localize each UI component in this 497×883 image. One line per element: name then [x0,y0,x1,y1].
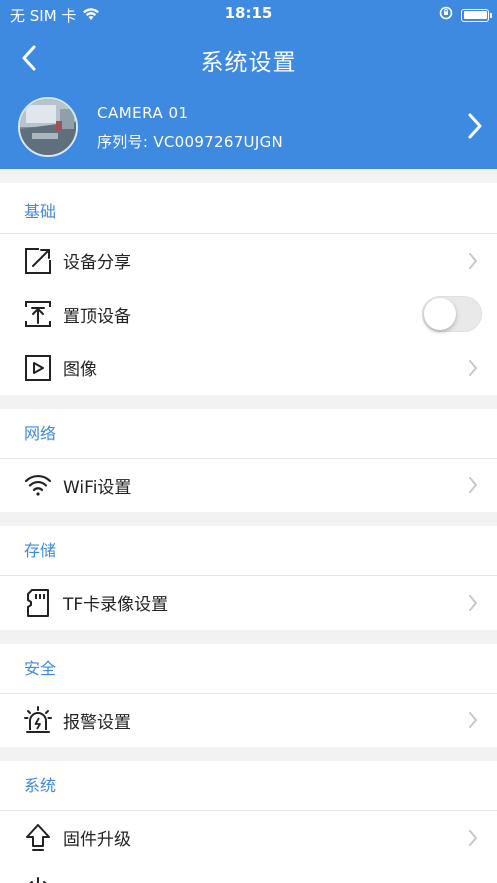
pin-top-icon [23,299,53,329]
row-label: TF卡录像设置 [63,595,169,616]
header: 无 SIM 卡 18:15 系统设置 CAMERA 01 序列号: VC0097… [0,0,497,169]
row-tf-recording[interactable]: TF卡录像设置 [0,576,497,630]
sd-card-icon [23,588,53,618]
alarm-icon [23,705,53,735]
device-thumbnail [18,97,78,157]
chevron-right-icon [469,829,477,846]
nav-bar: 系统设置 [0,28,497,90]
section-title-basic: 基础 [0,183,497,234]
section-network: 网络 WiFi设置 [0,408,497,513]
toggle-knob [424,298,456,331]
section-title-security: 安全 [0,644,497,694]
row-firmware-upgrade[interactable]: 固件升级 [0,811,497,865]
status-time: 18:15 [224,4,273,22]
row-wifi-settings[interactable]: WiFi设置 [0,459,497,513]
row-label: 图像 [63,360,97,381]
device-serial: 序列号: VC0097267UJGN [97,133,284,151]
row-label: 报警设置 [63,712,131,733]
section-storage: 存储 TF卡录像设置 [0,526,497,630]
wifi-icon [23,470,53,500]
row-image[interactable]: 图像 [0,341,497,395]
section-system: 系统 固件升级 重启 [0,761,497,883]
chevron-right-icon [469,359,477,376]
device-card[interactable]: CAMERA 01 序列号: VC0097267UJGN [0,93,497,163]
row-device-share[interactable]: 设备分享 [0,234,497,288]
section-title-network: 网络 [0,409,497,459]
power-icon [23,876,53,883]
page-title: 系统设置 [200,50,297,76]
chevron-right-icon [469,477,477,494]
section-basic: 基础 设备分享 置顶设备 图像 [0,183,497,395]
image-play-icon [23,353,53,383]
row-label: 重启 [63,879,97,883]
row-label: 设备分享 [63,253,131,274]
chevron-right-icon [469,712,477,729]
battery-icon [461,8,492,22]
chevron-right-icon [469,594,477,611]
share-icon [23,246,53,276]
device-name: CAMERA 01 [97,104,189,122]
upgrade-arrow-icon [23,823,53,853]
row-label: 固件升级 [63,830,131,851]
row-label: 置顶设备 [63,306,131,327]
row-alarm-settings[interactable]: 报警设置 [0,694,497,748]
orientation-lock-icon [439,6,453,24]
row-pin-device: 置顶设备 [0,288,497,342]
row-reboot[interactable]: 重启 [0,865,497,883]
section-security: 安全 报警设置 [0,643,497,748]
section-title-system: 系统 [0,761,497,811]
pin-device-toggle[interactable] [422,296,482,333]
section-title-storage: 存储 [0,526,497,576]
status-bar: 无 SIM 卡 18:15 [0,0,497,28]
chevron-right-icon [467,113,483,143]
row-label: WiFi设置 [63,477,132,498]
chevron-right-icon [469,252,477,269]
